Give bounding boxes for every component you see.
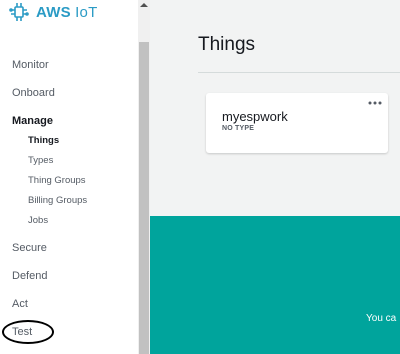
sidebar-item-test[interactable]: Test <box>12 326 32 338</box>
sidebar-item-act[interactable]: Act <box>12 298 28 310</box>
aws-iot-logo-icon <box>8 1 30 23</box>
brand-name-bold: AWS <box>36 3 71 21</box>
sidebar-item-secure[interactable]: Secure <box>12 242 47 254</box>
brand-logo[interactable]: AWS IoT <box>8 0 97 24</box>
sidebar-subitem-types[interactable]: Types <box>28 155 53 166</box>
sidebar: AWS IoT Monitor Onboard Manage Things Ty… <box>0 0 138 354</box>
sidebar-item-manage[interactable]: Manage <box>12 115 53 127</box>
thing-type: NO TYPE <box>222 125 255 132</box>
thing-name[interactable]: myespwork <box>222 109 288 124</box>
main-content: Things myespwork NO TYPE You ca <box>150 0 400 354</box>
sidebar-subitem-thing-groups[interactable]: Thing Groups <box>28 175 86 186</box>
thing-card[interactable]: myespwork NO TYPE <box>206 93 388 153</box>
more-options-icon[interactable] <box>368 95 382 105</box>
sidebar-item-monitor[interactable]: Monitor <box>12 59 49 71</box>
sidebar-subitem-things[interactable]: Things <box>28 135 59 146</box>
sidebar-subitem-jobs[interactable]: Jobs <box>28 215 48 226</box>
brand-name-light: IoT <box>75 3 98 21</box>
sidebar-item-defend[interactable]: Defend <box>12 270 47 282</box>
banner-text: You ca <box>366 313 397 324</box>
title-divider <box>198 72 400 73</box>
aws-iot-console: AWS IoT Monitor Onboard Manage Things Ty… <box>0 0 400 354</box>
sidebar-subitem-billing-groups[interactable]: Billing Groups <box>28 195 87 206</box>
scroll-up-arrow-icon[interactable] <box>138 0 150 10</box>
brand-name: AWS IoT <box>36 4 97 21</box>
info-banner: You ca <box>150 216 400 354</box>
sidebar-item-onboard[interactable]: Onboard <box>12 87 55 99</box>
sidebar-scrollbar[interactable] <box>138 0 150 354</box>
page-title: Things <box>198 34 256 55</box>
scrollbar-thumb[interactable] <box>139 42 149 354</box>
